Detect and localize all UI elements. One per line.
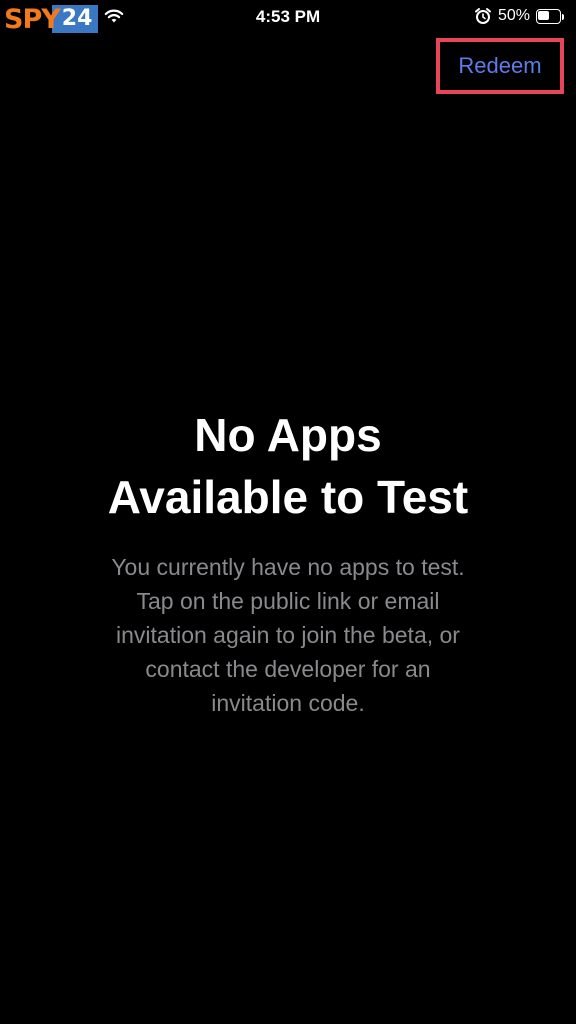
logo-text-spy: SPY (4, 3, 61, 35)
status-right-group: 50% (474, 6, 564, 26)
empty-state-title: No Apps Available to Test (0, 404, 576, 528)
redeem-highlight-box: Redeem (436, 38, 564, 94)
empty-state-title-line: No Apps (194, 409, 382, 461)
empty-state-description-line: Tap on the public link or email (136, 588, 440, 614)
status-bar: SPY 24 4:53 PM 50% (0, 0, 576, 34)
empty-state-description: You currently have no apps to test. Tap … (0, 550, 576, 720)
redeem-button[interactable]: Redeem (458, 53, 541, 79)
empty-state-description-line: invitation code. (211, 690, 365, 716)
empty-state: No Apps Available to Test You currently … (0, 404, 576, 720)
empty-state-description-line: invitation again to join the beta, or (116, 622, 460, 648)
empty-state-title-line: Available to Test (107, 471, 469, 523)
battery-percentage: 50% (497, 7, 530, 24)
empty-state-description-line: You currently have no apps to test. (111, 554, 465, 580)
empty-state-description-line: contact the developer for an (145, 656, 431, 682)
watermark-logo: SPY 24 (4, 3, 99, 35)
alarm-icon (474, 8, 491, 24)
battery-icon (536, 8, 564, 24)
battery-fill (538, 10, 549, 20)
